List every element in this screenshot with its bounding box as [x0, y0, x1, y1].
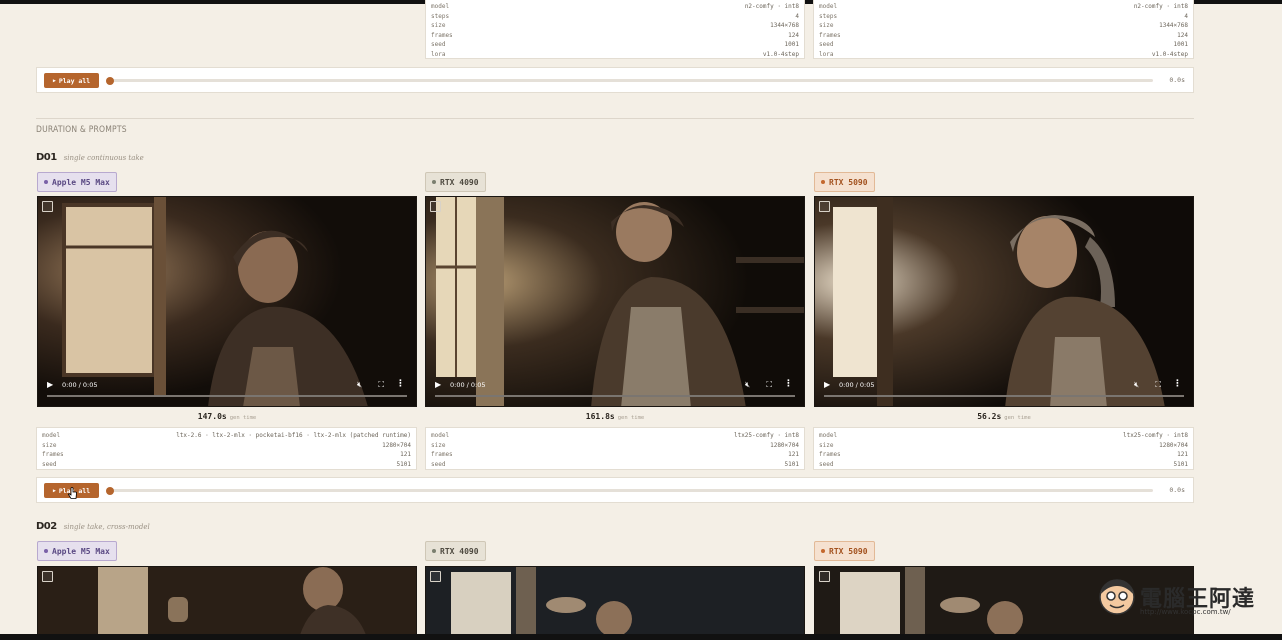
fullscreen-icon[interactable]: ⛶: [378, 380, 384, 390]
video-player-rtx4090[interactable]: [425, 566, 805, 640]
gen-time-rtx4090: 161.8s gen time: [585, 412, 645, 421]
bottom-edge: [0, 634, 1282, 640]
mascot-icon: [1099, 579, 1135, 615]
play-icon[interactable]: ▶: [47, 380, 53, 389]
device-chip-rtx5090: RTX 5090: [814, 541, 875, 561]
timeline-slider[interactable]: [106, 486, 1153, 495]
meta-card-apple: model ltx-2.6 · ltx-2-mlx · pocketai-bf16…: [36, 427, 417, 470]
play-icon[interactable]: ▶: [824, 380, 830, 389]
video-player-rtx5090[interactable]: ▶ 0:00 / 0:05 🔇︎ ⛶ ⋮: [814, 196, 1194, 407]
select-checkbox[interactable]: [430, 201, 441, 212]
meta-card-4090-top: model n2-comfy · int8 steps 4 size 1344×768…: [425, 0, 805, 59]
play-all-bar-top: ▶ Play all 0.0s: [36, 67, 1194, 93]
dot-icon: [432, 180, 436, 184]
dot-icon: [44, 549, 48, 553]
meta-card-5090-top: model n2-comfy · int8 steps 4 size 1344×768…: [813, 0, 1194, 59]
select-checkbox[interactable]: [42, 571, 53, 582]
video-frame: [426, 567, 804, 639]
watermark-logo: 電腦王阿達 http://www.kocpc.com.tw/: [1098, 578, 1255, 616]
device-chip-rtx4090: RTX 4090: [425, 541, 486, 561]
play-icon: ▶: [52, 487, 56, 494]
video-frame: [38, 567, 416, 639]
mute-icon[interactable]: 🔇︎: [745, 380, 750, 390]
meta-card-rtx4090: model ltx25-comfy · int8 size 1280×704 fra…: [425, 427, 805, 470]
device-chip-rtx5090: RTX 5090: [814, 172, 875, 192]
dot-icon: [821, 180, 825, 184]
slider-handle[interactable]: [106, 76, 114, 85]
dot-icon: [432, 549, 436, 553]
take-id: D01: [36, 152, 57, 163]
fullscreen-icon[interactable]: ⛶: [766, 380, 772, 390]
take-subtitle: single take, cross-model: [63, 523, 150, 531]
video-controls: ▶ 0:00 / 0:05 🔇︎ ⛶ ⋮: [426, 376, 804, 406]
video-controls: ▶ 0:00 / 0:05 🔇︎ ⛶ ⋮: [815, 376, 1193, 406]
mute-icon[interactable]: 🔇︎: [357, 380, 362, 390]
play-all-bar: ▶ Play all 0.0s: [36, 477, 1194, 503]
select-checkbox[interactable]: [42, 201, 53, 212]
take-header: D02 single take, cross-model: [36, 521, 150, 532]
gen-time-apple: 147.0s gen time: [197, 412, 257, 421]
more-options-icon[interactable]: ⋮: [1173, 379, 1182, 389]
video-time: 0:00 / 0:05: [450, 381, 486, 389]
section-title: DURATION & PROMPTS: [36, 125, 127, 135]
more-options-icon[interactable]: ⋮: [396, 379, 405, 389]
watermark-url: http://www.kocpc.com.tw/: [1140, 608, 1231, 616]
pointer-cursor-icon: [68, 487, 77, 499]
select-checkbox[interactable]: [430, 571, 441, 582]
device-chip-apple: Apple M5 Max: [37, 541, 117, 561]
slider-handle[interactable]: [106, 486, 114, 495]
video-player-rtx4090[interactable]: ▶ 0:00 / 0:05 🔇︎ ⛶ ⋮: [425, 196, 805, 407]
video-progress[interactable]: [47, 395, 407, 397]
mute-icon[interactable]: 🔇︎: [1134, 380, 1139, 390]
meta-card-rtx5090: model ltx25-comfy · int8 size 1280×704 fra…: [813, 427, 1194, 470]
timeline-time: 0.0s: [1169, 76, 1185, 84]
video-time: 0:00 / 0:05: [839, 381, 875, 389]
select-checkbox[interactable]: [819, 571, 830, 582]
gen-time-rtx5090: 56.2s gen time: [977, 412, 1031, 421]
device-chip-rtx4090: RTX 4090: [425, 172, 486, 192]
take-header: D01 single continuous take: [36, 152, 144, 163]
timeline-slider[interactable]: [106, 76, 1153, 85]
video-player-apple[interactable]: [37, 566, 417, 640]
play-all-button[interactable]: ▶ Play all: [44, 73, 99, 88]
play-icon[interactable]: ▶: [435, 380, 441, 389]
video-progress[interactable]: [824, 395, 1184, 397]
video-time: 0:00 / 0:05: [62, 381, 98, 389]
dot-icon: [821, 549, 825, 553]
select-checkbox[interactable]: [819, 201, 830, 212]
play-icon: ▶: [52, 77, 56, 84]
device-chip-apple: Apple M5 Max: [37, 172, 117, 192]
video-player-apple[interactable]: ▶ 0:00 / 0:05 🔇︎ ⛶ ⋮: [37, 196, 417, 407]
video-progress[interactable]: [435, 395, 795, 397]
take-subtitle: single continuous take: [63, 154, 144, 162]
video-controls: ▶ 0:00 / 0:05 🔇︎ ⛶ ⋮: [38, 376, 416, 406]
timeline-time: 0.0s: [1169, 486, 1185, 494]
section-divider: [36, 118, 1194, 119]
dot-icon: [44, 180, 48, 184]
take-id: D02: [36, 521, 57, 532]
more-options-icon[interactable]: ⋮: [784, 379, 793, 389]
fullscreen-icon[interactable]: ⛶: [1155, 380, 1161, 390]
